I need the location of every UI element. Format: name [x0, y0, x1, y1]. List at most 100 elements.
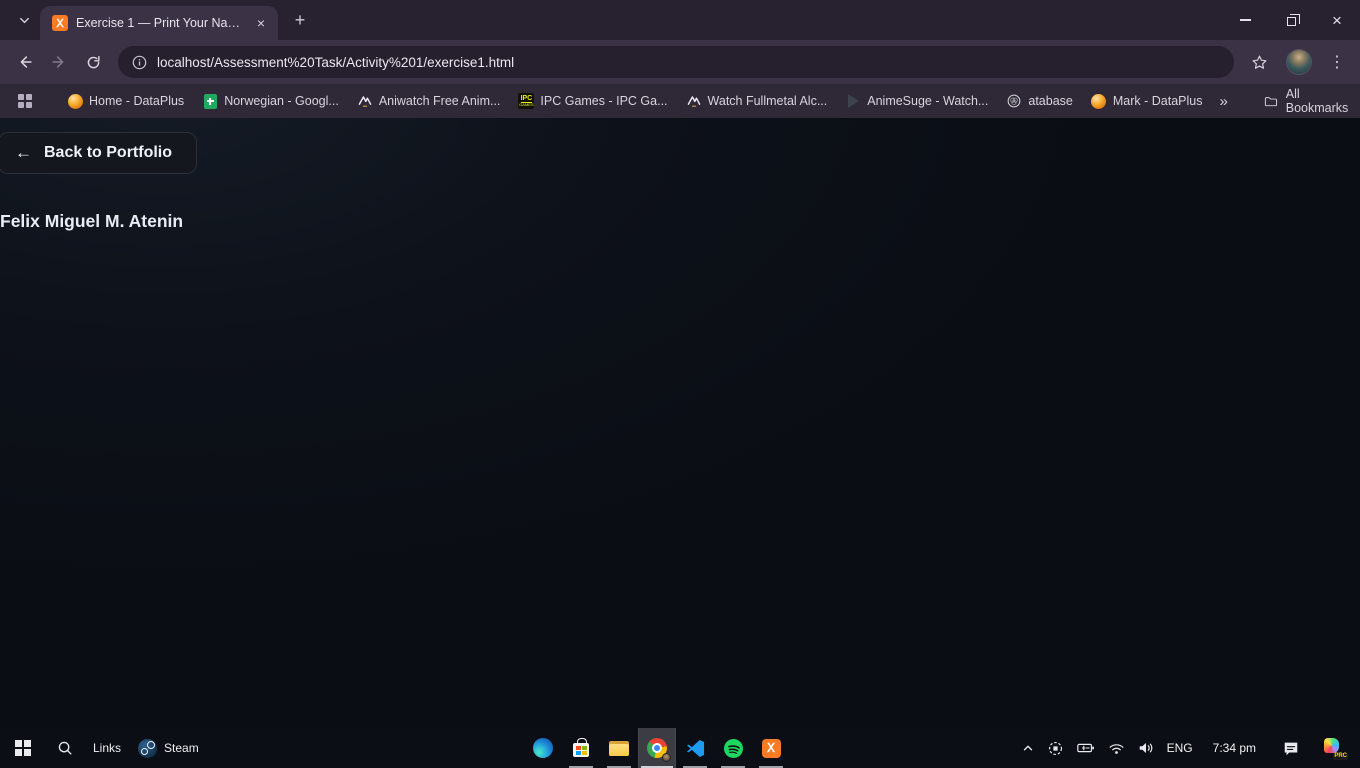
volume-button[interactable] [1131, 728, 1161, 768]
links-toolbar-label[interactable]: Links [84, 741, 130, 755]
vscode-taskbar-button[interactable] [676, 728, 714, 768]
bookmark-star-button[interactable] [1242, 45, 1276, 79]
page-content: ← Back to Portfolio Felix Miguel M. Aten… [0, 118, 1360, 728]
reload-button[interactable] [76, 45, 110, 79]
knot-icon [1006, 93, 1022, 109]
bookmark-label: Norwegian - Googl... [224, 94, 339, 108]
dataplus-sphere-icon [1091, 93, 1107, 109]
edge-taskbar-button[interactable] [524, 728, 562, 768]
dataplus-sphere-icon [67, 93, 83, 109]
all-bookmarks-button[interactable]: All Bookmarks [1256, 83, 1360, 119]
bookmarks-bar: Home - DataPlus Norwegian - Googl... Ani… [0, 84, 1360, 118]
xampp-favicon-icon: ꓫ [52, 15, 68, 31]
file-explorer-icon [609, 740, 629, 756]
file-explorer-taskbar-button[interactable] [600, 728, 638, 768]
steam-label: Steam [164, 741, 199, 755]
chrome-profile-badge [662, 753, 671, 762]
bookmark-label: IPC Games - IPC Ga... [540, 94, 668, 108]
close-button[interactable]: × [1314, 0, 1360, 40]
play-triangle-icon [845, 93, 861, 109]
windows-ink-button[interactable] [1041, 728, 1070, 768]
left-arrow-icon: ← [15, 143, 32, 162]
back-nav-button[interactable] [8, 45, 42, 79]
windows-ink-icon [1048, 741, 1062, 755]
minimize-button[interactable] [1222, 0, 1268, 40]
window-controls: × [1222, 0, 1360, 40]
back-button-label: Back to Portfolio [44, 144, 173, 161]
browser-menu-button[interactable]: ⋮ [1322, 45, 1352, 79]
site-info-button[interactable] [132, 55, 147, 70]
bookmark-label: atabase [1028, 94, 1073, 108]
bookmarks-overflow-button[interactable]: » [1211, 89, 1235, 114]
info-icon [132, 55, 147, 69]
browser-window: ꓫ Exercise 1 — Print Your Name × + × loc… [0, 0, 1360, 728]
tab-strip: ꓫ Exercise 1 — Print Your Name × + × [0, 0, 1360, 40]
bookmark-animesuge[interactable]: AnimeSuge - Watch... [836, 89, 997, 113]
reload-icon [87, 55, 100, 68]
windows-taskbar: Links Steam ꓫ ENG 7:34 pm PRC [0, 728, 1360, 768]
bookmark-home-dataplus[interactable]: Home - DataPlus [58, 89, 193, 113]
minimize-icon [1239, 19, 1251, 21]
steam-icon [138, 738, 158, 758]
vscode-icon [686, 739, 704, 757]
apps-grid-icon[interactable] [18, 94, 32, 108]
clock[interactable]: 7:34 pm [1199, 728, 1270, 768]
bookmark-fullmetal[interactable]: Watch Fullmetal Alc... [677, 89, 837, 113]
xampp-taskbar-button[interactable]: ꓫ [752, 728, 790, 768]
time-label: 7:34 pm [1212, 741, 1256, 755]
language-indicator[interactable]: ENG [1161, 728, 1199, 768]
chevron-up-icon [1023, 745, 1032, 751]
bookmark-ipc-games[interactable]: IPC GAMES IPC Games - IPC Ga... [509, 89, 676, 113]
bookmark-label: Mark - DataPlus [1112, 94, 1203, 108]
tab-title: Exercise 1 — Print Your Name [76, 16, 244, 30]
windows-logo-icon [15, 740, 31, 756]
prc-widget-button[interactable]: PRC [1312, 728, 1358, 768]
address-bar[interactable]: localhost/Assessment%20Task/Activity%201… [118, 46, 1234, 78]
close-icon: × [1332, 10, 1342, 30]
all-bookmarks-label: All Bookmarks [1285, 87, 1349, 115]
action-center-icon [1284, 742, 1298, 755]
tray-overflow-button[interactable] [1015, 728, 1041, 768]
wifi-button[interactable] [1102, 728, 1131, 768]
prc-colorful-icon: PRC [1324, 738, 1348, 760]
tab-search-button[interactable] [10, 6, 38, 34]
speaker-icon [1139, 743, 1153, 753]
restore-button[interactable] [1268, 0, 1314, 40]
bookmark-norwegian[interactable]: Norwegian - Googl... [193, 89, 348, 113]
restore-icon [1286, 13, 1300, 26]
bookmark-label: Home - DataPlus [89, 94, 185, 108]
tab-close-button[interactable]: × [252, 14, 270, 32]
bookmark-label: Watch Fullmetal Alc... [707, 94, 828, 108]
xampp-icon: ꓫ [761, 738, 781, 758]
ipc-games-icon: IPC GAMES [518, 93, 535, 109]
wifi-icon [1109, 743, 1124, 754]
google-sheets-icon [202, 93, 218, 109]
bookmark-aniwatch[interactable]: Aniwatch Free Anim... [348, 89, 510, 113]
url-text[interactable]: localhost/Assessment%20Task/Activity%201… [157, 55, 514, 70]
new-tab-button[interactable]: + [286, 6, 314, 34]
system-tray: ENG 7:34 pm PRC [1015, 728, 1358, 768]
aniwatch-icon [686, 93, 702, 109]
taskbar-search-button[interactable] [46, 728, 84, 768]
spotify-icon [723, 738, 743, 758]
battery-charging-icon [1076, 743, 1094, 753]
browser-toolbar: localhost/Assessment%20Task/Activity%201… [0, 40, 1360, 84]
bookmark-atabase[interactable]: atabase [997, 89, 1081, 113]
profile-avatar[interactable] [1286, 49, 1312, 75]
browser-tab[interactable]: ꓫ Exercise 1 — Print Your Name × [40, 6, 278, 40]
folder-icon [1264, 96, 1277, 106]
microsoft-store-taskbar-button[interactable] [562, 728, 600, 768]
action-center-button[interactable] [1270, 728, 1312, 768]
taskbar-apps: ꓫ [524, 728, 790, 768]
printed-name-text: Felix Miguel M. Atenin [0, 211, 184, 231]
edge-icon [533, 738, 553, 758]
spotify-taskbar-button[interactable] [714, 728, 752, 768]
forward-nav-button[interactable] [42, 45, 76, 79]
steam-taskbar-item[interactable]: Steam [130, 728, 207, 768]
back-to-portfolio-button[interactable]: ← Back to Portfolio [0, 132, 198, 174]
battery-button[interactable] [1070, 728, 1102, 768]
start-button[interactable] [0, 728, 46, 768]
chrome-taskbar-button[interactable] [638, 728, 676, 768]
star-icon [1252, 55, 1266, 69]
bookmark-mark-dataplus[interactable]: Mark - DataPlus [1082, 89, 1212, 113]
